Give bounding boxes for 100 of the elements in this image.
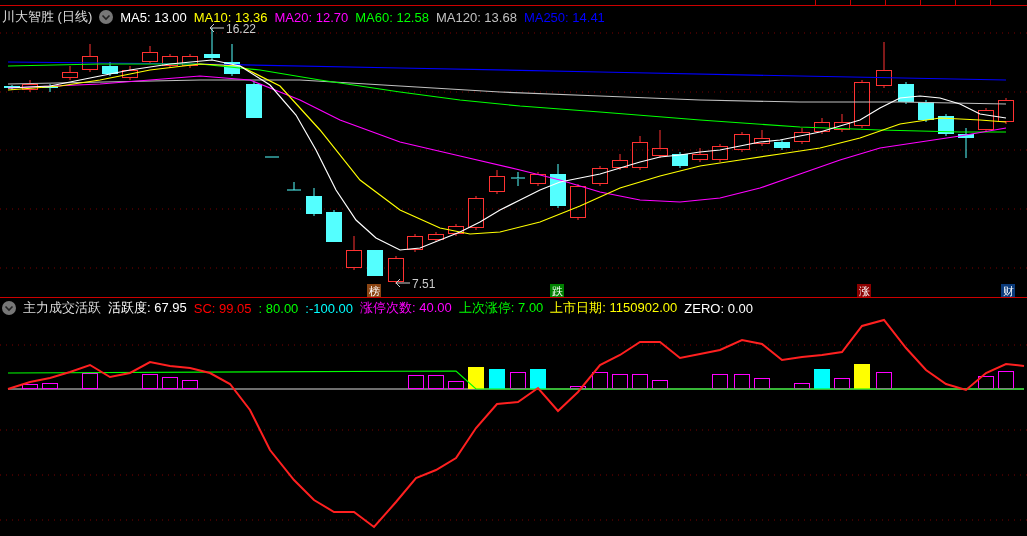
candlestick	[692, 147, 708, 163]
histogram-bar	[428, 375, 444, 389]
chart-title: 主力成交活跃	[23, 299, 101, 317]
indicator-value: MA120: 13.68	[435, 9, 517, 25]
candlestick	[204, 27, 220, 61]
chevron-down-icon[interactable]	[2, 301, 16, 315]
candlestick	[286, 181, 302, 192]
candlestick	[122, 65, 138, 81]
histogram-bar	[978, 376, 994, 389]
chevron-down-icon[interactable]	[99, 10, 114, 24]
histogram-bar	[42, 383, 58, 389]
signal-badge: 涨	[857, 284, 871, 297]
candlestick	[4, 84, 20, 91]
histogram-bar	[834, 378, 850, 389]
candlestick	[162, 53, 178, 69]
candlestick	[22, 79, 38, 93]
histogram-bar	[468, 367, 484, 389]
histogram-bar	[448, 381, 464, 389]
candlestick	[306, 187, 322, 217]
candlestick	[142, 45, 158, 65]
signal-badge: 财	[1001, 284, 1015, 297]
histogram-bar	[876, 372, 892, 389]
histogram-bar	[408, 375, 424, 389]
histogram-bar	[182, 380, 198, 389]
candlestick	[510, 171, 526, 187]
candlestick	[672, 151, 688, 169]
indicator-value: 活跃度: 67.95	[108, 299, 187, 317]
histogram-bar	[652, 380, 668, 389]
candlestick	[346, 235, 362, 271]
arrow-icon	[209, 23, 225, 33]
histogram-bar	[530, 369, 546, 389]
histogram-bar	[794, 383, 810, 389]
indicator-value: 上市日期: 1150902.00	[550, 299, 678, 317]
candlestick	[407, 233, 423, 253]
histogram-bar	[612, 374, 628, 389]
histogram-bar	[814, 369, 830, 389]
histogram-bar	[854, 364, 870, 389]
candlestick	[652, 129, 668, 159]
candlestick	[82, 43, 98, 73]
candlestick	[898, 81, 914, 105]
histogram-bar	[712, 374, 728, 389]
candlestick	[632, 135, 648, 171]
chart-title: 川大智胜 (日线)	[2, 8, 93, 26]
candlestick	[612, 153, 628, 171]
indicator-value: 涨停次数: 40.00	[360, 299, 452, 317]
candlestick	[489, 169, 505, 195]
candlestick	[468, 195, 484, 231]
indicator-value: MA250: 14.41	[523, 9, 605, 25]
candlestick	[712, 143, 728, 163]
price-label: 7.51	[412, 277, 436, 291]
candlestick	[754, 129, 770, 147]
histogram-bar	[82, 373, 98, 389]
candlestick	[570, 183, 586, 221]
candlestick	[794, 127, 810, 145]
histogram-bar	[142, 374, 158, 389]
histogram-bar	[734, 374, 750, 389]
candlestick	[834, 113, 850, 133]
histogram-bar	[489, 369, 505, 389]
indicator-value: MA5: 13.00	[120, 9, 187, 25]
signal-badge: 跌	[550, 284, 564, 297]
histogram-bar	[632, 374, 648, 389]
candlestick	[998, 97, 1014, 125]
candlestick	[814, 117, 830, 135]
histogram-bar	[570, 386, 586, 389]
price-label: 16.22	[226, 22, 257, 36]
candlestick	[530, 171, 546, 187]
histogram-bar	[592, 372, 608, 389]
candlestick	[958, 127, 974, 159]
indicator-value: SC: 99.05	[193, 300, 252, 316]
candlestick	[326, 209, 342, 243]
candlestick	[62, 65, 78, 81]
candlestick	[876, 41, 892, 89]
candlestick	[448, 223, 464, 237]
candlestick	[854, 79, 870, 129]
histogram-bar	[510, 372, 526, 389]
indicator-value: ZERO: 0.00	[684, 300, 753, 316]
candlestick	[592, 165, 608, 187]
candlestick	[246, 81, 262, 119]
indicator-value: : 80.00	[258, 300, 299, 316]
indicator-value: MA10: 13.36	[193, 9, 268, 25]
arrow-icon	[395, 278, 411, 288]
indicator-value: MA60: 12.58	[355, 9, 429, 25]
histogram-bar	[162, 377, 178, 389]
candlestick	[388, 255, 404, 285]
candlestick	[550, 163, 566, 209]
histogram-bar	[998, 371, 1014, 389]
indicator-value: 上次涨停: 7.00	[458, 299, 544, 317]
candlestick	[182, 53, 198, 69]
indicator-value: MA20: 12.70	[274, 9, 349, 25]
signal-badge: 榜	[367, 284, 381, 297]
candlestick	[367, 249, 383, 277]
candlestick	[264, 156, 280, 159]
histogram-bar	[22, 384, 38, 389]
candlestick	[428, 231, 444, 243]
indicator-value: :-100.00	[305, 300, 354, 316]
candlestick	[978, 107, 994, 133]
histogram-bar	[754, 378, 770, 389]
candlestick	[774, 139, 790, 151]
candlestick	[224, 43, 240, 77]
candlestick	[734, 131, 750, 153]
